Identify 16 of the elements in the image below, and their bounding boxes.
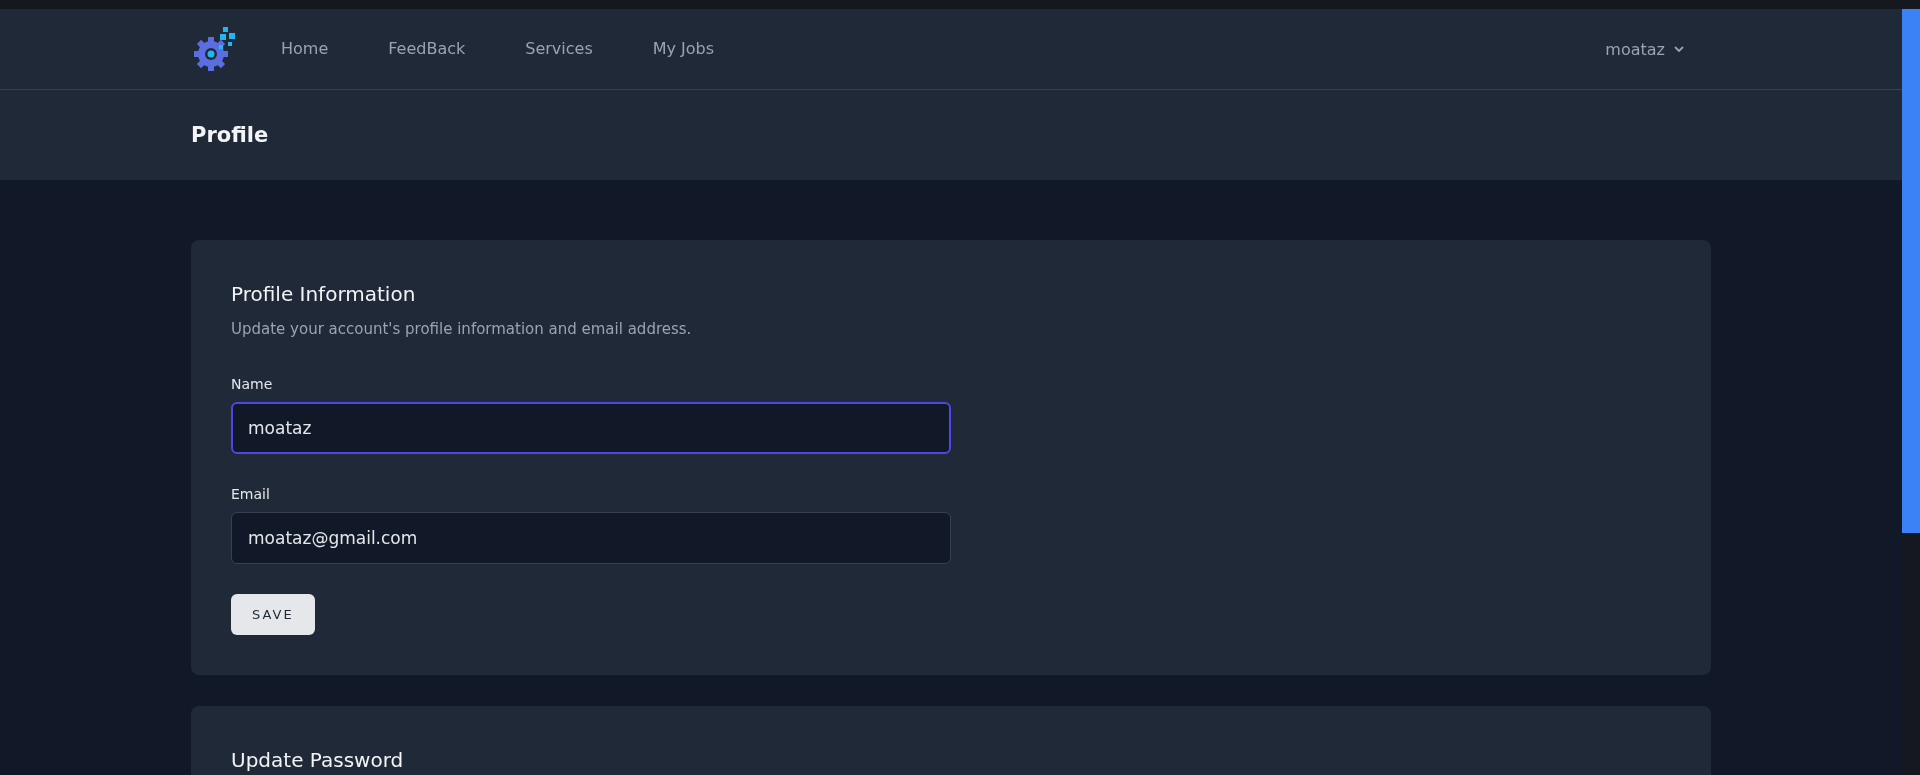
field-label: Name <box>231 376 274 392</box>
field-label: Email <box>231 486 271 502</box>
card-title: Profile Information <box>231 282 417 306</box>
scrollbar-thumb[interactable] <box>1902 9 1920 533</box>
card-title: Update Password <box>231 748 405 772</box>
nav-link[interactable]: FeedBack <box>388 9 466 89</box>
nav-link[interactable]: My Jobs <box>652 9 715 89</box>
page-title: Profile <box>191 123 270 147</box>
nav-link[interactable]: Services <box>525 9 593 89</box>
input-field[interactable]: moataz@gmail.com <box>231 512 951 564</box>
nav-link[interactable]: Home <box>281 9 329 89</box>
user-menu[interactable]: moataz <box>1599 38 1691 60</box>
card-description: Update your account's profile information and email address. <box>231 320 693 338</box>
input-field[interactable]: moataz <box>231 402 951 454</box>
save-button[interactable]: SAVE <box>231 594 315 635</box>
chevron-down-icon <box>1673 43 1685 55</box>
